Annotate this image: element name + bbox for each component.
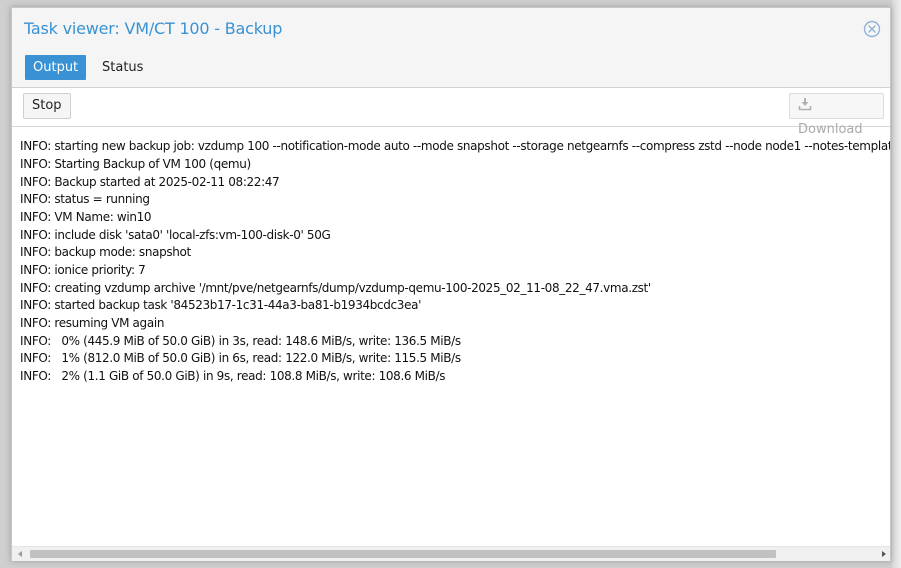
window-title: Task viewer: VM/CT 100 - Backup [24, 19, 283, 38]
log-line: INFO: Backup started at 2025-02-11 08:22… [20, 175, 280, 189]
log-line: INFO: Starting Backup of VM 100 (qemu) [20, 157, 251, 171]
log-line: INFO: 0% (445.9 MiB of 50.0 GiB) in 3s, … [20, 334, 461, 348]
tab-bar: Output Status [12, 53, 890, 88]
log-line: INFO: status = running [20, 192, 150, 206]
arrow-left-icon[interactable] [15, 549, 25, 559]
download-button[interactable]: Download [789, 93, 884, 137]
log-line: INFO: 2% (1.1 GiB of 50.0 GiB) in 9s, re… [20, 369, 446, 383]
horizontal-scrollbar[interactable] [12, 546, 890, 561]
log-line: INFO: starting new backup job: vzdump 10… [20, 139, 890, 153]
toolbar: Stop Download [12, 88, 890, 137]
log-line: INFO: include disk 'sata0' 'local-zfs:vm… [20, 228, 331, 242]
log-line: INFO: creating vzdump archive '/mnt/pve/… [20, 281, 651, 295]
log-line: INFO: backup mode: snapshot [20, 245, 191, 259]
task-viewer-window: Task viewer: VM/CT 100 - Backup Output S… [11, 7, 891, 561]
log-line: INFO: VM Name: win10 [20, 210, 152, 224]
window-header: Task viewer: VM/CT 100 - Backup [12, 8, 890, 53]
download-icon [798, 98, 812, 111]
tab-status[interactable]: Status [94, 55, 151, 80]
background-edge [892, 0, 901, 568]
tab-output[interactable]: Output [25, 55, 87, 80]
log-line: INFO: 1% (812.0 MiB of 50.0 GiB) in 6s, … [20, 351, 461, 365]
close-icon[interactable] [863, 20, 881, 38]
stop-button[interactable]: Stop [23, 93, 71, 119]
log-line: INFO: started backup task '84523b17-1c31… [20, 298, 422, 312]
log-output: INFO: starting new backup job: vzdump 10… [12, 135, 890, 547]
log-line: INFO: resuming VM again [20, 316, 165, 330]
stop-button-label: Stop [32, 98, 62, 113]
log-line: INFO: ionice priority: 7 [20, 263, 146, 277]
arrow-right-icon[interactable] [879, 549, 889, 559]
scrollbar-thumb[interactable] [30, 550, 776, 558]
